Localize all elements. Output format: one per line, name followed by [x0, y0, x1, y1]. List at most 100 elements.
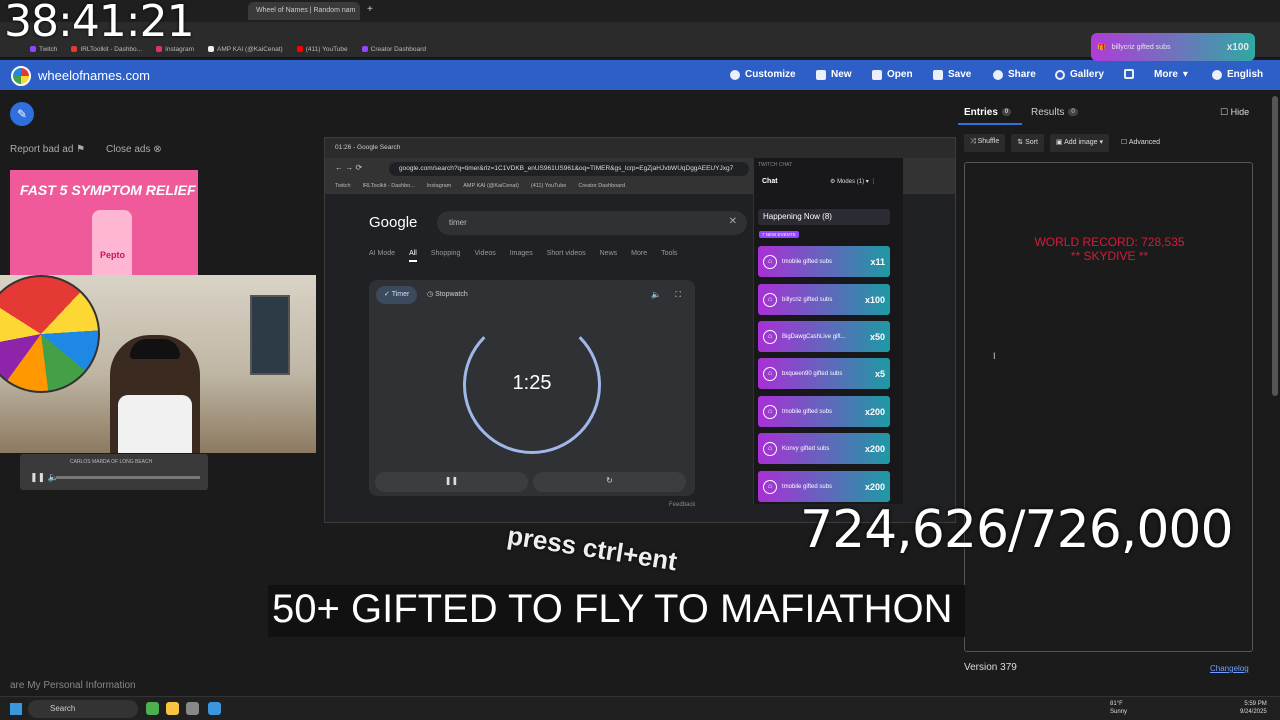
wheel-logo-icon[interactable] [11, 66, 31, 86]
gift-event[interactable]: ⌂ tmobile gifted subs x11 [758, 246, 890, 277]
bookmark-instagram[interactable]: Instagram [427, 183, 451, 191]
open-button[interactable]: Open [872, 69, 913, 80]
stream-subtitle: 50+ GIFTED TO FLY TO MAFIATHON [268, 585, 965, 637]
gift-event[interactable]: ⌂ BigDawgCashLive gift... x50 [758, 321, 890, 352]
gift-event[interactable]: ⌂ bxqueen90 gifted subs x5 [758, 358, 890, 389]
bookmark-x[interactable]: AMP KAI (@KaiCenat) [463, 183, 519, 191]
share-button[interactable]: Share [993, 69, 1036, 80]
privacy-link[interactable]: are My Personal Information [10, 680, 136, 691]
bookmark-instagram[interactable]: Instagram [156, 46, 194, 53]
more-menu[interactable]: More ▾ [1154, 69, 1188, 80]
bookmark-twitch[interactable]: Twitch [30, 46, 57, 53]
fullscreen-icon[interactable]: ⛶ [675, 290, 681, 300]
customize-button[interactable]: Customize [730, 69, 796, 80]
browser-tab-active[interactable]: Wheel of Names | Random nam [248, 2, 360, 20]
gallery-button[interactable]: Gallery [1055, 69, 1104, 80]
new-tab-button[interactable]: + [364, 2, 378, 20]
hide-checkbox[interactable]: ☐ Hide [1220, 107, 1249, 118]
chat-modes-dropdown[interactable]: ⚙ Modes (1) ▾ ⋮ [830, 178, 876, 185]
changelog-link[interactable]: Changelog [1210, 664, 1249, 673]
gift-event[interactable]: ⌂ billycriz gifted subs x100 [758, 284, 890, 315]
gift-event[interactable]: ⌂ Konvy gifted subs x200 [758, 433, 890, 464]
folder-icon[interactable] [166, 702, 179, 715]
version-label: Version 379 [964, 662, 1017, 673]
volume-icon[interactable]: 🔈 [651, 290, 661, 299]
new-button[interactable]: New [816, 69, 852, 80]
report-ad-link[interactable]: Report bad ad ⚑ [10, 144, 85, 155]
save-button[interactable]: Save [933, 69, 971, 80]
language-select[interactable]: English [1212, 69, 1263, 80]
tray-clock[interactable]: 5:59 PM 9/24/2025 [1240, 700, 1267, 716]
bookmark-creator-dashboard[interactable]: Creator Dashboard [361, 46, 426, 53]
nav-arrows-icon[interactable]: ← → ⟳ [335, 163, 362, 172]
timer-value: 1:25 [512, 372, 552, 394]
fullscreen-button[interactable] [1124, 69, 1134, 79]
twitch-chat-panel: TWITCH CHAT Chat ⚙ Modes (1) ▾ ⋮ Happeni… [753, 158, 903, 504]
filter-images[interactable]: Images [510, 250, 533, 262]
filter-all[interactable]: All [409, 250, 417, 262]
clear-icon[interactable]: ✕ [729, 216, 737, 227]
bookmark-irltoolkit[interactable]: IRLToolkit - Dashbo... [363, 183, 415, 191]
happening-now-header[interactable]: Happening Now (8) [758, 209, 890, 225]
tab-results[interactable]: Results 0 [1031, 107, 1078, 118]
windows-start-icon[interactable] [10, 703, 22, 715]
ad-headline: FAST 5 SYMPTOM RELIEF [20, 182, 196, 198]
windows-taskbar: Search 81°F Sunny 5:59 PM 9/24/2025 [0, 696, 1280, 720]
weather-widget[interactable]: 81°F Sunny [1110, 700, 1127, 716]
pause-icon[interactable]: ❚❚ 🔈 [30, 472, 59, 483]
mini-player[interactable]: CARLOS MARDA OF LONG BEACH ❚❚ 🔈 [20, 454, 208, 490]
filter-short-videos[interactable]: Short videos [547, 250, 586, 262]
advanced-checkbox[interactable]: ☐ Advanced [1115, 134, 1166, 152]
instagram-icon [156, 46, 163, 53]
sub-alert: 🎁 billycriz gifted subs x100 [1091, 33, 1255, 61]
text-cursor-icon: I [993, 351, 996, 361]
image-icon: ▣ [1055, 139, 1063, 146]
google-search-input[interactable]: timer ✕ [437, 211, 747, 235]
filter-tools[interactable]: Tools [661, 250, 677, 262]
dashboard-icon [361, 46, 368, 53]
page-scrollbar[interactable] [1272, 96, 1278, 396]
app-icon[interactable] [208, 702, 221, 715]
filter-videos[interactable]: Videos [474, 250, 495, 262]
search-filters: AI Mode All Shopping Videos Images Short… [369, 250, 677, 262]
bookmark-youtube[interactable]: (411) YouTube [296, 46, 348, 53]
feedback-link[interactable]: Feedback [669, 502, 695, 508]
entries-textarea[interactable]: WORLD RECORD: 728,535 ** SKYDIVE ** I [964, 162, 1253, 652]
gift-event[interactable]: ⌂ tmobile gifted subs x200 [758, 396, 890, 427]
bookmark-irltoolkit[interactable]: IRLToolkit - Dashbo... [71, 46, 142, 53]
filter-more[interactable]: More [631, 250, 647, 262]
filter-news[interactable]: News [600, 250, 618, 262]
inner-url-field[interactable]: google.com/search?q=timer&rlz=1C1VDKB_en… [389, 162, 749, 176]
timer-widget: ✓ Timer ◷ Stopwatch 🔈 ⛶ 1:25 ❚❚ ↻ [369, 280, 695, 496]
filter-shopping[interactable]: Shopping [431, 250, 461, 262]
add-image-button[interactable]: ▣ Add image ▾ [1049, 134, 1110, 152]
timer-tab[interactable]: ✓ Timer [376, 286, 418, 304]
shuffle-button[interactable]: ⤨ Shuffle [964, 134, 1006, 152]
bookmark-creator-dashboard[interactable]: Creator Dashboard [578, 183, 625, 191]
stopwatch-tab[interactable]: ◷ Stopwatch [427, 290, 468, 298]
entry-text: WORLD RECORD: 728,535 ** SKYDIVE ** [1034, 235, 1185, 263]
obs-icon[interactable] [186, 702, 199, 715]
filter-ai-mode[interactable]: AI Mode [369, 250, 395, 262]
mini-player-progress[interactable] [56, 476, 200, 479]
pause-button[interactable]: ❚❚ [375, 472, 528, 492]
site-title[interactable]: wheelofnames.com [38, 68, 150, 83]
reset-button[interactable]: ↻ [533, 472, 686, 492]
bookmark-youtube[interactable]: (411) YouTube [531, 183, 566, 191]
advertisement[interactable]: FAST 5 SYMPTOM RELIEF Pepto [10, 170, 198, 280]
flag-icon: ⚑ [76, 144, 86, 155]
google-logo[interactable]: Google [369, 214, 417, 231]
tab-entries[interactable]: Entries 0 [964, 107, 1012, 118]
close-ads-link[interactable]: Close ads ⊗ [106, 144, 162, 155]
shuffle-icon: ⤨ [970, 138, 976, 145]
bookmark-twitch[interactable]: Twitch [335, 183, 351, 191]
sort-button[interactable]: ⇅ Sort [1011, 134, 1044, 152]
taskbar-search[interactable]: Search [28, 700, 138, 718]
edit-pencil-icon[interactable]: ✎ [10, 102, 34, 126]
bookmark-x[interactable]: AMP KAI (@KaiCenat) [207, 46, 283, 53]
gift-event[interactable]: ⌂ tmobile gifted subs x200 [758, 471, 890, 502]
webcam-overlay [0, 275, 316, 453]
gift-icon: ⌂ [763, 329, 777, 344]
chrome-icon[interactable] [146, 702, 159, 715]
inner-tab-title[interactable]: 01:26 - Google Search [335, 144, 400, 151]
